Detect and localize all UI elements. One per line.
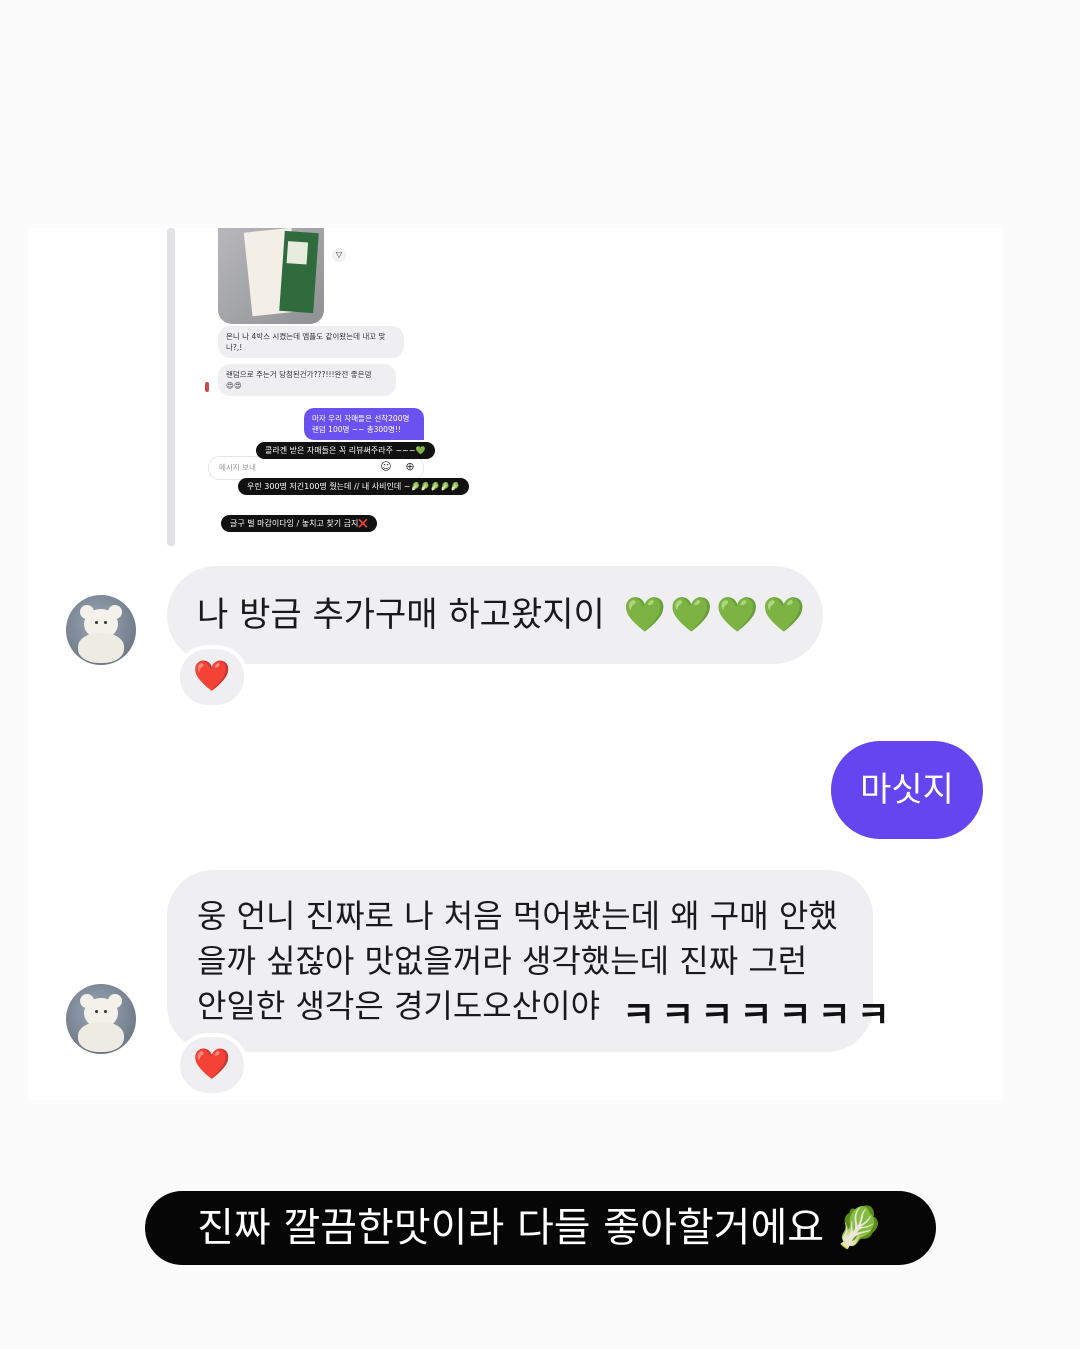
green-heart-icon: 💚💚💚💚	[623, 595, 809, 635]
bear-body	[78, 1022, 124, 1052]
caption-text: 진짜 깔끔한맛이라 다들 좋아할거에요	[197, 1205, 825, 1251]
bear-eye	[104, 621, 107, 624]
avatar[interactable]	[66, 595, 136, 665]
message-text: 나 방금 추가구매 하고왔지이	[197, 595, 605, 635]
embedded-input-placeholder: 메시지 보내	[219, 463, 256, 472]
product-photo	[218, 228, 324, 324]
caption-banner: 진짜 깔끔한맛이라 다들 좋아할거에요 🥬	[145, 1191, 936, 1265]
avatar[interactable]	[66, 984, 136, 1054]
embedded-message-2-emoji: 😍😍	[226, 381, 242, 390]
message-line-2: 을까 싶잖아 맛없을꺼라 생각했는데 진짜 그런	[197, 942, 808, 980]
embedded-message-input: 메시지 보내 ☺ ⊕	[208, 456, 424, 480]
embedded-message-2: 랜덤으로 주는거 당첨된건가???!!!완전 좋은뎅 😍😍	[218, 364, 396, 396]
sticker-icon: ☺	[380, 460, 392, 473]
plus-circle-icon: ⊕	[405, 460, 415, 473]
embedded-message-1: 온니 나 4박스 시켰는데 엠플도 같이왔는데 내꼬 맞나?,!	[218, 326, 404, 358]
product-box-green	[279, 230, 319, 314]
bear-eye	[95, 621, 98, 624]
bear-body	[78, 633, 124, 663]
heart-reaction-icon[interactable]: ❤️	[176, 645, 248, 709]
text-sticker-1: 콜라겐 받은 자매들은 꼭 리뷰써주라주 ~~~💚	[256, 442, 435, 459]
leafy-green-icon: 🥬	[834, 1205, 884, 1251]
bear-eye	[104, 1010, 107, 1013]
heart-reaction-icon[interactable]: ❤️	[176, 1033, 248, 1097]
embedded-chat-screenshot[interactable]: ▽ 온니 나 4박스 시켰는데 엠플도 같이왔는데 내꼬 맞나?,! 랜덤으로 …	[200, 228, 470, 538]
text-sticker-3: 글구 벌 마감이다잉 / 놓치고 찾기 금지❌	[221, 515, 378, 532]
sent-message[interactable]: 마싯지	[831, 741, 983, 839]
embedded-sent-message: 마자 우리 자매들은 선착200명 랜덤 100명 ~~ 총300명!!	[304, 408, 424, 440]
text-sticker-2: 우린 300명 저긴100명 줬는데 // 내 사비인데 ~🥬🥬🥬🥬🥬	[238, 478, 470, 495]
forward-icon: ▽	[332, 248, 346, 262]
message-line-1: 웅 언니 진짜로 나 처음 먹어봤는데 왜 구매 안했	[197, 897, 838, 935]
bear-eye	[95, 1010, 98, 1013]
embedded-message-2-text: 랜덤으로 주는거 당첨된건가???!!!완전 좋은뎅	[226, 370, 372, 379]
received-message-1[interactable]: 나 방금 추가구매 하고왔지이 💚💚💚💚	[167, 566, 823, 664]
embedded-avatar-edge	[205, 382, 209, 392]
reply-quote-bar	[167, 228, 175, 546]
laugh-text: ㅋㅋㅋㅋㅋㅋㅋ	[622, 995, 896, 1036]
